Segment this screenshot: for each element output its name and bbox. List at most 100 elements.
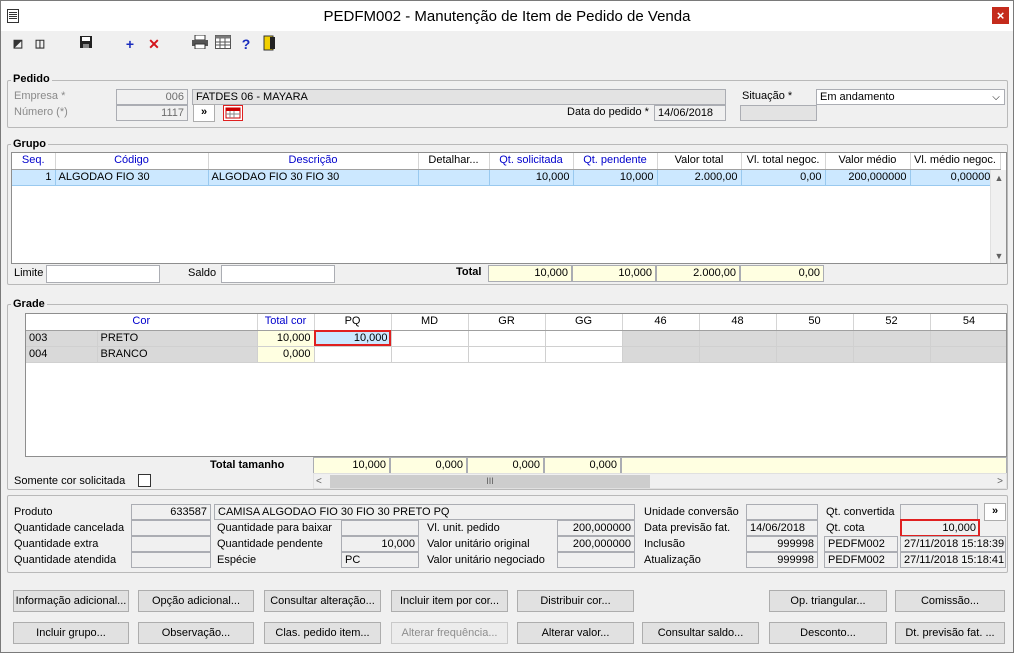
scroll-down-icon[interactable]: ▼ [991, 248, 1006, 263]
col-size-50[interactable]: 50 [776, 314, 854, 331]
cell-size-gg[interactable] [545, 330, 623, 347]
col-cor[interactable]: Cor [26, 314, 258, 331]
cell-size-gr[interactable] [468, 330, 546, 347]
table-row[interactable]: 004 BRANCO 0,000 [26, 346, 1006, 363]
exit-icon[interactable] [261, 35, 279, 53]
cell-vl-medio-negoc[interactable]: 0,000000 [910, 169, 1001, 186]
dt-previsao-fat-button[interactable]: Dt. previsão fat. ... [895, 622, 1005, 644]
limite-label: Limite [14, 267, 44, 279]
cell-total-cor: 10,000 [257, 330, 315, 347]
col-size-gg[interactable]: GG [545, 314, 623, 331]
somente-cor-checkbox[interactable] [138, 474, 151, 487]
col-vl-total-negoc[interactable]: Vl. total negoc. [741, 153, 826, 170]
calendar-icon[interactable] [223, 105, 243, 121]
windows-icon[interactable]: ◫ [31, 35, 49, 53]
grade-horizontal-scrollbar[interactable]: < III > [313, 473, 1007, 489]
table-row[interactable]: 003 PRETO 10,000 10,000 [26, 330, 1006, 347]
table-row[interactable]: 1 ALGODAO FIO 30 ALGODAO FIO 30 FIO 30 1… [12, 169, 1001, 186]
cell-size-md[interactable] [391, 346, 469, 363]
produto-more-button[interactable]: » [984, 503, 1006, 521]
col-valor-medio[interactable]: Valor médio [825, 153, 911, 170]
col-seq[interactable]: Seq. [12, 153, 56, 170]
vl-unit-negociado-field [557, 552, 635, 568]
cell-size-md[interactable] [391, 330, 469, 347]
cell-vl-total-negoc[interactable]: 0,00 [741, 169, 826, 186]
cell-cor-name[interactable]: BRANCO [97, 346, 258, 363]
scroll-thumb[interactable]: III [330, 475, 650, 488]
alterar-valor-button[interactable]: Alterar valor... [517, 622, 634, 644]
col-size-gr[interactable]: GR [468, 314, 546, 331]
grupo-vertical-scrollbar[interactable]: ▲ ▼ [990, 170, 1006, 263]
scroll-right-icon[interactable]: > [991, 475, 1003, 488]
save-icon[interactable] [77, 35, 95, 53]
close-button[interactable]: × [992, 7, 1009, 24]
op-triangular-button[interactable]: Op. triangular... [769, 590, 887, 612]
cell-size-pq[interactable] [314, 346, 392, 363]
navigate-button[interactable]: » [193, 104, 215, 122]
especie-label: Espécie [217, 554, 257, 566]
cell-valor-total[interactable]: 2.000,00 [657, 169, 742, 186]
print-icon[interactable] [191, 34, 209, 53]
cell-size-gg[interactable] [545, 346, 623, 363]
comissao-button[interactable]: Comissão... [895, 590, 1005, 612]
cell-qt-solicitada[interactable]: 10,000 [489, 169, 574, 186]
cell-cor-code[interactable]: 004 [26, 346, 98, 363]
qt-baixar-field [341, 520, 419, 536]
informacao-adicional-button[interactable]: Informação adicional... [13, 590, 129, 612]
cell-valor-medio[interactable]: 200,000000 [825, 169, 911, 186]
col-descricao[interactable]: Descrição [208, 153, 419, 170]
col-qt-solicitada[interactable]: Qt. solicitada [489, 153, 574, 170]
consultar-alteracao-button[interactable]: Consultar alteração... [264, 590, 381, 612]
consultar-saldo-button[interactable]: Consultar saldo... [642, 622, 759, 644]
situacao-extra-field [740, 105, 817, 121]
situacao-select[interactable]: Em andamento ⌵ [816, 89, 1005, 105]
cell-cor-code[interactable]: 003 [26, 330, 98, 347]
back-icon[interactable]: ◩ [9, 35, 27, 53]
limite-field[interactable] [46, 265, 160, 283]
cell-codigo[interactable]: ALGODAO FIO 30 [55, 169, 209, 186]
col-size-52[interactable]: 52 [853, 314, 931, 331]
cell-qt-pendente[interactable]: 10,000 [573, 169, 658, 186]
col-qt-pendente[interactable]: Qt. pendente [573, 153, 658, 170]
desconto-button[interactable]: Desconto... [769, 622, 887, 644]
spreadsheet-icon[interactable] [214, 35, 232, 53]
incluir-grupo-button[interactable]: Incluir grupo... [13, 622, 129, 644]
vl-unit-pedido-label: Vl. unit. pedido [427, 522, 500, 534]
incluir-item-por-cor-button[interactable]: Incluir item por cor... [391, 590, 508, 612]
scroll-up-icon[interactable]: ▲ [991, 170, 1006, 186]
vl-unit-pedido-field: 200,000000 [557, 520, 635, 536]
situacao-label: Situação * [742, 90, 793, 102]
total-qt-pendente: 10,000 [572, 265, 656, 282]
distribuir-cor-button[interactable]: Distribuir cor... [517, 590, 634, 612]
col-size-pq[interactable]: PQ [314, 314, 392, 331]
cell-detalhar[interactable] [418, 169, 490, 186]
cell-size-gr[interactable] [468, 346, 546, 363]
cell-cor-name[interactable]: PRETO [97, 330, 258, 347]
chevron-down-icon[interactable]: ⌵ [988, 90, 1004, 104]
cell-descricao[interactable]: ALGODAO FIO 30 FIO 30 [208, 169, 419, 186]
cell-size-46 [622, 330, 700, 347]
col-size-54[interactable]: 54 [930, 314, 1006, 331]
alterar-frequencia-button[interactable]: Alterar frequência... [391, 622, 508, 644]
cell-size-50 [776, 346, 854, 363]
col-detalhar[interactable]: Detalhar... [418, 153, 490, 170]
col-vl-medio-negoc[interactable]: Vl. médio negoc. [910, 153, 1001, 170]
add-icon[interactable]: + [121, 35, 139, 53]
cell-size-46 [622, 346, 700, 363]
cell-seq[interactable]: 1 [12, 169, 56, 186]
observacao-button[interactable]: Observação... [138, 622, 254, 644]
col-size-46[interactable]: 46 [622, 314, 700, 331]
saldo-field[interactable] [221, 265, 335, 283]
col-total-cor[interactable]: Total cor [257, 314, 315, 331]
help-icon[interactable]: ? [237, 35, 255, 53]
toolbar: ◩ ◫ + ✕ ? [1, 31, 1013, 59]
clas-pedido-item-button[interactable]: Clas. pedido item... [264, 622, 381, 644]
col-valor-total[interactable]: Valor total [657, 153, 742, 170]
col-codigo[interactable]: Código [55, 153, 209, 170]
scroll-left-icon[interactable]: < [316, 475, 328, 488]
delete-icon[interactable]: ✕ [145, 35, 163, 53]
col-size-md[interactable]: MD [391, 314, 469, 331]
cell-size-pq[interactable]: 10,000 [314, 330, 392, 347]
opcao-adicional-button[interactable]: Opção adicional... [138, 590, 254, 612]
col-size-48[interactable]: 48 [699, 314, 777, 331]
